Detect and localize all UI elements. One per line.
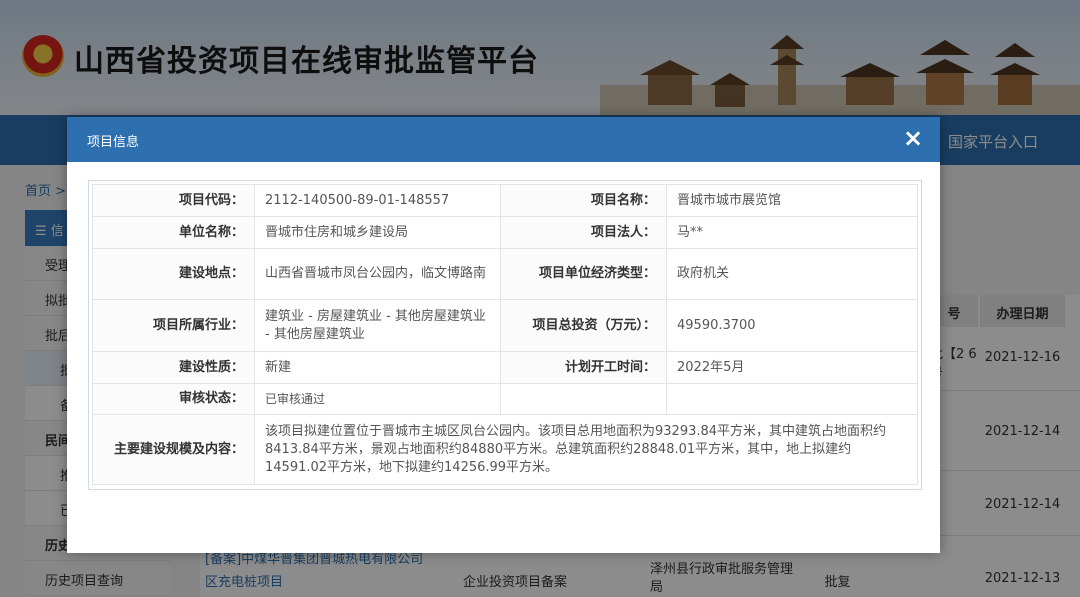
table-row: 建设性质： 新建 计划开工时间： 2022年5月 <box>92 351 918 384</box>
close-icon[interactable]: × <box>900 125 926 151</box>
nature-value: 新建 <box>254 351 501 384</box>
site-value: 山西省晋城市凤台公园内，临文博路南 <box>254 248 501 300</box>
field-label: 单位名称： <box>92 216 255 249</box>
construction-scale-value: 该项目拟建位置位于晋城市主城区凤台公园内。该项目总用地面积为93293.84平方… <box>254 414 918 485</box>
economic-type-value: 政府机关 <box>666 248 918 300</box>
field-label: 建设性质： <box>92 351 255 384</box>
legal-person-value: 马** <box>666 216 918 249</box>
field-label: 计划开工时间： <box>500 351 667 384</box>
field-label: 项目法人： <box>500 216 667 249</box>
unit-name-value: 晋城市住房和城乡建设局 <box>254 216 501 249</box>
table-row: 单位名称： 晋城市住房和城乡建设局 项目法人： 马** <box>92 216 918 249</box>
field-label: 审核状态： <box>92 383 255 415</box>
project-code-value: 2112-140500-89-01-148557 <box>254 184 501 217</box>
project-name-value: 晋城市城市展览馆 <box>666 184 918 217</box>
table-row: 审核状态： 已审核通过 <box>92 383 918 415</box>
table-row: 项目所属行业： 建筑业 - 房屋建筑业 - 其他房屋建筑业 - 其他房屋建筑业 … <box>92 299 918 352</box>
start-time-value: 2022年5月 <box>666 351 918 384</box>
field-label: 项目代码： <box>92 184 255 217</box>
project-info-table: 项目代码： 2112-140500-89-01-148557 项目名称： 晋城市… <box>92 184 918 485</box>
review-status-value: 已审核通过 <box>254 383 501 415</box>
empty-cell <box>666 383 918 415</box>
project-info-panel: 项目代码： 2112-140500-89-01-148557 项目名称： 晋城市… <box>88 180 922 490</box>
modal-title: 项目信息 <box>87 135 140 150</box>
industry-value: 建筑业 - 房屋建筑业 - 其他房屋建筑业 - 其他房屋建筑业 <box>254 299 501 352</box>
field-label: 项目单位经济类型： <box>500 248 667 300</box>
modal-header: 项目信息 × <box>67 117 940 162</box>
field-label: 项目名称： <box>500 184 667 217</box>
field-label: 项目总投资（万元）： <box>500 299 667 352</box>
table-row: 主要建设规模及内容： 该项目拟建位置位于晋城市主城区凤台公园内。该项目总用地面积… <box>92 414 918 485</box>
empty-cell <box>500 383 667 415</box>
table-row: 项目代码： 2112-140500-89-01-148557 项目名称： 晋城市… <box>92 184 918 217</box>
total-investment-value: 49590.3700 <box>666 299 918 352</box>
field-label: 建设地点： <box>92 248 255 300</box>
table-row: 建设地点： 山西省晋城市凤台公园内，临文博路南 项目单位经济类型： 政府机关 <box>92 248 918 300</box>
field-label: 主要建设规模及内容： <box>92 414 255 485</box>
field-label: 项目所属行业： <box>92 299 255 352</box>
project-info-modal: 项目信息 × 项目代码： 2112-140500-89-01-148557 项目… <box>67 117 940 553</box>
